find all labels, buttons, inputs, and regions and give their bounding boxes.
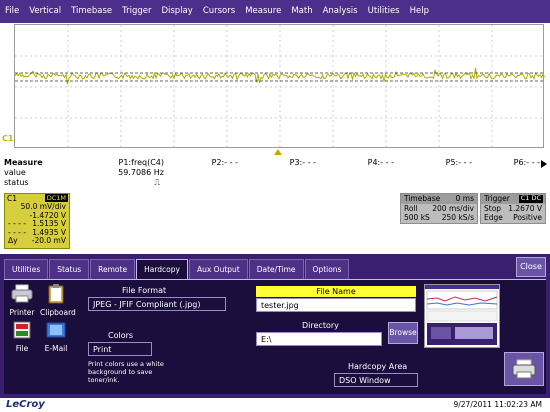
utilities-dialog: Utilities Status Remote Hardcopy Aux Out…: [0, 254, 550, 398]
triangle-right-icon[interactable]: [541, 160, 547, 168]
channel-coupling: DC1M: [44, 194, 68, 202]
trigger-level: 1.2670 V: [508, 203, 542, 213]
timebase-label: Timebase: [404, 194, 441, 203]
menu-vertical[interactable]: Vertical: [24, 0, 66, 23]
menu-bar: File Vertical Timebase Trigger Display C…: [0, 0, 550, 23]
tab-hardcopy[interactable]: Hardcopy: [136, 259, 188, 279]
timebase-mode: Roll: [404, 203, 418, 213]
tab-status[interactable]: Status: [49, 259, 90, 279]
clipboard-icon: [48, 284, 64, 304]
printer-icon: [11, 284, 33, 303]
param-p1-status-icon: ⎍: [154, 178, 160, 187]
trigger-source: C1 DC: [518, 194, 543, 203]
printer-icon: [512, 359, 536, 379]
colors-select[interactable]: Print: [88, 342, 152, 356]
browse-button[interactable]: Browse: [388, 322, 418, 344]
print-colors-note: Print colors use a white background to s…: [88, 360, 164, 384]
hardcopy-preview-thumbnail: [424, 284, 500, 348]
delta-y-readout: Δy -20.0 mV: [5, 236, 69, 246]
device-file-button[interactable]: File: [6, 320, 38, 353]
file-name-label: File Name: [256, 286, 416, 297]
device-email-button[interactable]: E-Mail: [40, 320, 72, 353]
param-p5-name[interactable]: P5:- - -: [422, 158, 472, 168]
close-button[interactable]: Close: [516, 257, 546, 277]
trigger-label: Trigger: [484, 194, 510, 203]
file-icon: [13, 321, 31, 339]
timebase-descriptor[interactable]: Timebase 0 ms Roll 200 ms/div 500 kS 250…: [400, 193, 478, 224]
device-file-label: File: [15, 344, 29, 353]
timebase-rate: 250 kS/s: [441, 213, 474, 222]
status-footer: LeCroy 9/27/2011 11:02:23 AM: [0, 398, 550, 412]
channel-c1-descriptor[interactable]: C1 DC1M 50.0 mV/div -1.4720 V - - - - 1.…: [4, 193, 70, 249]
device-clipboard-label: Clipboard: [40, 308, 76, 317]
measure-row-status: status: [4, 178, 29, 187]
hardcopy-area-label: Hardcopy Area: [348, 362, 408, 371]
trigger-descriptor[interactable]: Trigger C1 DC Stop 1.2670 V Edge Positiv…: [480, 193, 546, 224]
tab-aux-output[interactable]: Aux Output: [188, 259, 248, 279]
param-p3-name[interactable]: P3:- - -: [266, 158, 316, 168]
dialog-tabs: Utilities Status Remote Hardcopy Aux Out…: [4, 259, 350, 279]
timebase-samples: 500 kS: [404, 213, 430, 222]
menu-trigger[interactable]: Trigger: [117, 0, 156, 23]
param-p1-value: 59.7086 Hz: [118, 168, 164, 177]
hardcopy-tab-body: Printer Clipboard File E-Mail File Forma…: [4, 279, 546, 394]
measure-row-value: value: [4, 168, 26, 177]
file-format-label: File Format: [122, 286, 167, 295]
timebase-delay: 0 ms: [455, 194, 474, 203]
clock-readout: 9/27/2011 11:02:23 AM: [453, 400, 542, 409]
menu-math[interactable]: Math: [286, 0, 317, 23]
print-button[interactable]: [504, 352, 544, 386]
device-printer-label: Printer: [9, 308, 35, 317]
trigger-mode: Stop: [484, 203, 502, 213]
menu-utilities[interactable]: Utilities: [363, 0, 405, 23]
colors-label: Colors: [108, 331, 134, 340]
email-icon: [46, 322, 66, 338]
tab-remote[interactable]: Remote: [90, 259, 136, 279]
timebase-per-div: 200 ms/div: [432, 203, 474, 213]
device-email-label: E-Mail: [44, 344, 68, 353]
param-p2-name[interactable]: P2:- - -: [188, 158, 238, 168]
trigger-type: Edge: [484, 213, 503, 222]
file-name-input[interactable]: tester.jpg: [256, 298, 416, 312]
param-p4-name[interactable]: P4:- - -: [344, 158, 394, 168]
trigger-slope: Positive: [513, 213, 542, 222]
menu-timebase[interactable]: Timebase: [66, 0, 117, 23]
channel-name: C1: [7, 194, 18, 203]
preview-image: [425, 285, 499, 345]
menu-measure[interactable]: Measure: [240, 0, 286, 23]
menu-help[interactable]: Help: [405, 0, 434, 23]
measure-title: Measure: [4, 158, 43, 167]
menu-analysis[interactable]: Analysis: [318, 0, 363, 23]
menu-display[interactable]: Display: [156, 0, 197, 23]
lecroy-logo: LeCroy: [6, 399, 45, 410]
menu-cursors[interactable]: Cursors: [198, 0, 240, 23]
file-format-select[interactable]: JPEG - JFIF Compliant (.jpg): [88, 297, 226, 311]
param-p6-name[interactable]: P6:- - -: [484, 158, 540, 168]
measure-table[interactable]: Measure P1:freq(C4) P2:- - - P3:- - - P4…: [4, 158, 548, 190]
param-p1-name[interactable]: P1:freq(C4): [108, 158, 164, 168]
waveform-grid[interactable]: [14, 24, 545, 149]
device-printer-button[interactable]: Printer: [6, 284, 38, 317]
directory-input[interactable]: E:\: [256, 332, 382, 346]
delta-y-value: -20.0 mV: [31, 236, 66, 245]
tab-options[interactable]: Options: [304, 259, 350, 279]
menu-file[interactable]: File: [0, 0, 24, 23]
tab-date-time[interactable]: Date/Time: [248, 259, 304, 279]
trigger-position-icon: [274, 149, 282, 155]
device-clipboard-button[interactable]: Clipboard: [40, 284, 76, 317]
directory-label: Directory: [302, 321, 339, 330]
grid-canvas: [15, 25, 545, 149]
tab-utilities[interactable]: Utilities: [4, 259, 49, 279]
hardcopy-area-select[interactable]: DSO Window: [334, 373, 418, 387]
delta-y-prefix: Δy: [8, 236, 18, 245]
channel-marker[interactable]: C1: [2, 134, 13, 143]
